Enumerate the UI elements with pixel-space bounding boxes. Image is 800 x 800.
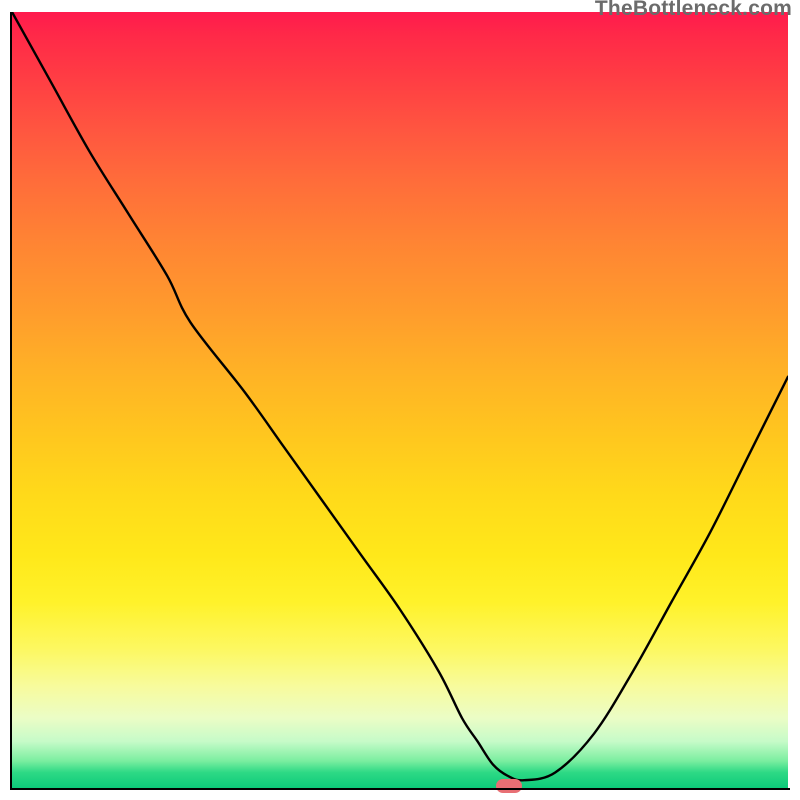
watermark-text: TheBottleneck.com bbox=[595, 0, 792, 21]
bottleneck-chart: TheBottleneck.com bbox=[0, 0, 800, 800]
y-axis bbox=[10, 12, 12, 790]
x-axis bbox=[10, 788, 790, 790]
chart-plot-area bbox=[12, 12, 788, 788]
bottleneck-curve-line bbox=[12, 12, 788, 780]
optimal-point-marker bbox=[496, 779, 522, 793]
